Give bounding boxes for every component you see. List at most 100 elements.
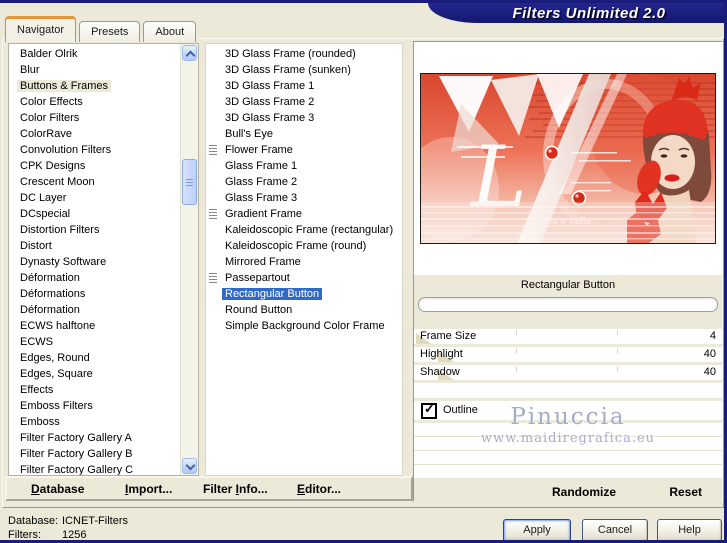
filter-item-label: Simple Background Color Frame <box>225 320 385 332</box>
category-item-label: Dynasty Software <box>20 256 107 268</box>
slider-value: 4 <box>709 330 716 342</box>
category-item-label: Emboss <box>20 416 60 428</box>
checkmark-icon: ✓ <box>424 401 435 416</box>
filters-unlimited-dialog: Filters Unlimited 2.0 Navigator Presets Ab… <box>0 0 727 543</box>
cancel-button[interactable]: Cancel <box>582 519 648 540</box>
filter-item-label: Flower Frame <box>225 144 293 156</box>
slider-value: 40 <box>703 348 716 360</box>
category-item[interactable]: Déformations <box>9 286 181 302</box>
filter-title: Rectangular Button <box>520 279 616 291</box>
filter-item[interactable]: Kaleidoscopic Frame (rectangular) <box>206 222 402 238</box>
category-item-label: Buttons & Frames <box>17 80 112 92</box>
filter-item[interactable]: 3D Glass Frame 1 <box>206 78 402 94</box>
category-item[interactable]: DCspecial <box>9 206 181 222</box>
category-item-label: Balder Olrik <box>20 48 78 60</box>
scroll-up-icon[interactable] <box>182 45 197 61</box>
slider-highlight[interactable]: Highlight 40 <box>414 347 722 365</box>
scrollbar-thumb[interactable] <box>182 159 197 205</box>
slider-frame-size[interactable]: Frame Size 4 <box>414 329 722 347</box>
filter-item[interactable]: 3D Glass Frame (rounded) <box>206 46 402 62</box>
category-item[interactable]: Distort <box>9 238 181 254</box>
category-item[interactable]: Edges, Square <box>9 366 181 382</box>
category-item[interactable]: CPK Designs <box>9 158 181 174</box>
category-item-label: Déformation <box>20 304 80 316</box>
tab-strip: Navigator Presets About <box>5 16 199 42</box>
empty-row <box>414 437 722 451</box>
filters-label: Filters: <box>8 529 41 541</box>
preview-image: L a vita e bella <box>420 73 716 244</box>
filter-item[interactable]: Glass Frame 3 <box>206 190 402 206</box>
category-item-label: Déformations <box>20 288 86 300</box>
category-item[interactable]: Blur <box>9 62 181 78</box>
filter-item[interactable]: Round Button <box>206 302 402 318</box>
category-item[interactable]: Balder Olrik <box>9 46 181 62</box>
filter-item[interactable]: Rectangular Button <box>206 286 402 302</box>
filter-item[interactable]: Simple Background Color Frame <box>206 318 402 334</box>
category-item[interactable]: Filter Factory Gallery B <box>9 446 181 462</box>
outline-checkbox[interactable]: ✓ <box>421 401 437 419</box>
category-item[interactable]: Filter Factory Gallery A <box>9 430 181 446</box>
toolbar-filter-info[interactable]: Filter Info... <box>203 482 268 496</box>
filter-item[interactable]: Kaleidoscopic Frame (round) <box>206 238 402 254</box>
tab-about[interactable]: About <box>143 21 197 42</box>
preview-bottom-spacer <box>414 244 722 275</box>
slider-tick <box>515 348 517 354</box>
category-item[interactable]: Emboss <box>9 414 181 430</box>
filter-item-label: 3D Glass Frame 1 <box>225 80 315 92</box>
tab-navigator[interactable]: Navigator <box>5 16 77 42</box>
category-item[interactable]: Color Effects <box>9 94 181 110</box>
filter-item[interactable]: Passepartout <box>206 270 402 286</box>
category-item[interactable]: ECWS <box>9 334 181 350</box>
help-button[interactable]: Help <box>657 519 722 540</box>
filter-item[interactable]: Glass Frame 1 <box>206 158 402 174</box>
slider-value: 40 <box>703 366 716 378</box>
category-item[interactable]: Convolution Filters <box>9 142 181 158</box>
filter-item-label: Round Button <box>225 304 293 316</box>
filter-item[interactable]: Bull's Eye <box>206 126 402 142</box>
category-item[interactable]: Color Filters <box>9 110 181 126</box>
filter-list: 3D Glass Frame (rounded) 3D Glass Frame (… <box>205 43 403 476</box>
apply-button[interactable]: Apply <box>503 519 571 540</box>
category-item-label: ECWS halftone <box>20 320 96 332</box>
controls-gap <box>414 315 722 329</box>
progress-bar <box>418 297 718 312</box>
filters-value: 1256 <box>62 529 87 541</box>
empty-row <box>414 423 722 437</box>
filter-item[interactable]: Mirrored Frame <box>206 254 402 270</box>
category-item[interactable]: Buttons & Frames <box>9 78 181 94</box>
category-item[interactable]: Filter Factory Gallery C <box>9 462 181 475</box>
filter-item[interactable]: Gradient Frame <box>206 206 402 222</box>
category-item[interactable]: Effects <box>9 382 181 398</box>
category-item[interactable]: ECWS halftone <box>9 318 181 334</box>
category-item-label: CPK Designs <box>20 160 86 172</box>
toolbar-editor[interactable]: Editor... <box>297 482 341 496</box>
category-item-label: Emboss Filters <box>20 400 93 412</box>
filter-item[interactable]: 3D Glass Frame 3 <box>206 110 402 126</box>
preview-panel: L a vita e bella Rectangular Button Fram… <box>413 41 723 506</box>
slider-shadow[interactable]: Shadow 40 <box>414 365 722 383</box>
category-item[interactable]: Déformation <box>9 302 181 318</box>
category-item-label: Filter Factory Gallery B <box>20 448 133 460</box>
tab-presets[interactable]: Presets <box>79 21 141 42</box>
category-item[interactable]: Dynasty Software <box>9 254 181 270</box>
toolbar-database[interactable]: Database <box>31 482 84 496</box>
filter-item[interactable]: 3D Glass Frame (sunken) <box>206 62 402 78</box>
category-item[interactable]: DC Layer <box>9 190 181 206</box>
reset-button[interactable]: Reset <box>669 485 702 499</box>
toolbar-import[interactable]: Import... <box>125 482 172 496</box>
scroll-down-icon[interactable] <box>182 458 197 474</box>
randomize-button[interactable]: Randomize <box>552 485 616 499</box>
category-item[interactable]: Crescent Moon <box>9 174 181 190</box>
category-item[interactable]: ColorRave <box>9 126 181 142</box>
category-scrollbar[interactable] <box>180 44 198 475</box>
filter-item[interactable]: Flower Frame <box>206 142 402 158</box>
category-item[interactable]: Edges, Round <box>9 350 181 366</box>
slider-tick <box>617 330 619 336</box>
category-item[interactable]: Distortion Filters <box>9 222 181 238</box>
category-item[interactable]: Emboss Filters <box>9 398 181 414</box>
filter-item-label: Gradient Frame <box>225 208 303 220</box>
filter-item[interactable]: 3D Glass Frame 2 <box>206 94 402 110</box>
filter-item[interactable]: Glass Frame 2 <box>206 174 402 190</box>
category-item[interactable]: Déformation <box>9 270 181 286</box>
panel-actions-strip: Randomize Reset <box>414 478 722 506</box>
